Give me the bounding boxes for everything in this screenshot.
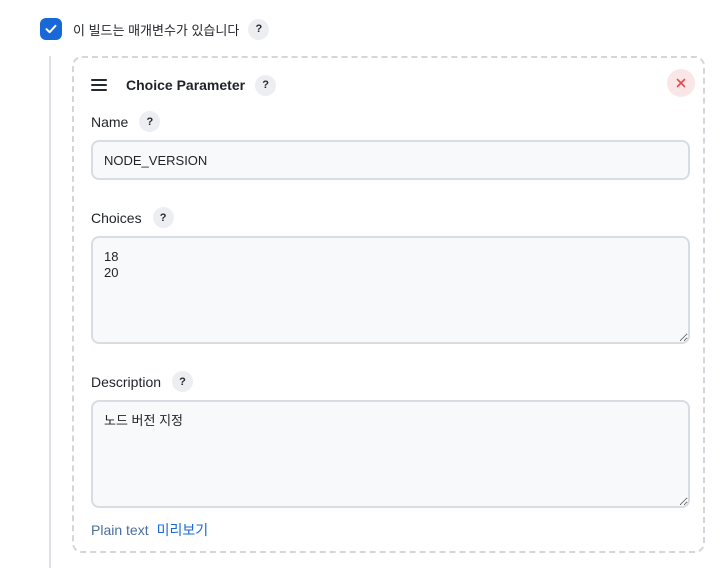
- parameterized-build-option: 이 빌드는 매개변수가 있습니다 ?: [40, 18, 270, 40]
- card-header: Choice Parameter ?: [91, 73, 277, 97]
- description-format-row: Plain text 미리보기: [91, 520, 208, 540]
- name-label-text: Name: [91, 113, 129, 130]
- description-textarea[interactable]: 노드 버전 지정: [91, 400, 690, 508]
- name-input[interactable]: [91, 140, 690, 180]
- parameterized-checkbox[interactable]: [40, 18, 62, 40]
- close-icon: [676, 78, 686, 88]
- name-field-label: Name ?: [91, 111, 161, 132]
- choices-label-text: Choices: [91, 209, 142, 226]
- build-parameters-section: 이 빌드는 매개변수가 있습니다 ? Choice Parameter ? Na…: [0, 0, 724, 568]
- choices-textarea[interactable]: 18 20: [91, 236, 690, 344]
- parameterized-checkbox-label[interactable]: 이 빌드는 매개변수가 있습니다: [73, 20, 239, 39]
- drag-handle-icon[interactable]: [91, 79, 107, 91]
- choices-field-label: Choices ?: [91, 207, 174, 228]
- preview-link[interactable]: 미리보기: [157, 520, 209, 540]
- help-icon[interactable]: ?: [248, 18, 270, 40]
- help-icon[interactable]: ?: [139, 111, 161, 132]
- markup-format-text: Plain text: [91, 522, 149, 538]
- choice-parameter-card: Choice Parameter ? Name ? Choices ? 18 2…: [72, 56, 705, 553]
- description-label-text: Description: [91, 373, 162, 390]
- description-field-label: Description ?: [91, 371, 194, 392]
- nested-guide-line: [49, 56, 51, 568]
- delete-parameter-button[interactable]: [667, 69, 695, 97]
- check-icon: [45, 24, 57, 34]
- help-icon[interactable]: ?: [255, 74, 277, 96]
- help-icon[interactable]: ?: [152, 207, 174, 228]
- card-title: Choice Parameter: [126, 77, 246, 93]
- help-icon[interactable]: ?: [172, 371, 194, 392]
